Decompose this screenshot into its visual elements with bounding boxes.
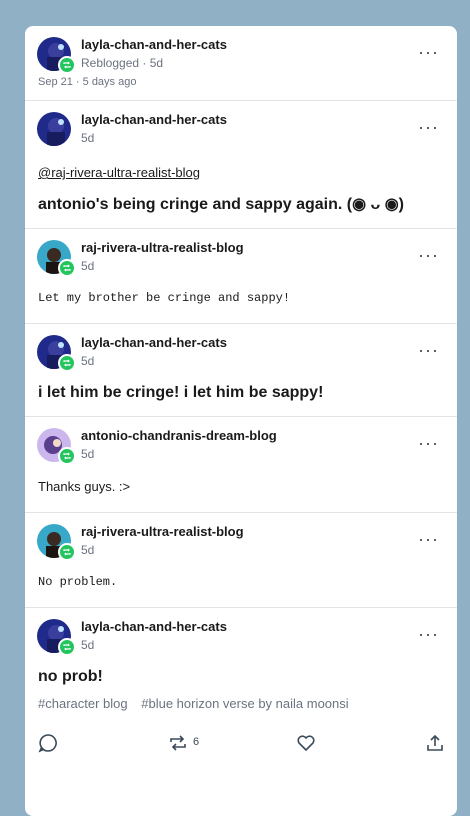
more-options-icon[interactable]: ··· xyxy=(418,118,439,136)
more-options-icon[interactable]: ··· xyxy=(418,246,439,264)
username[interactable]: layla-chan-and-her-cats xyxy=(81,37,227,52)
timestamp: 5d xyxy=(81,354,95,368)
reblog-entry: layla-chan-and-her-cats 5d ··· i let him… xyxy=(25,324,457,417)
timestamp: 5d xyxy=(81,131,95,145)
more-options-icon[interactable]: ··· xyxy=(418,341,439,359)
reblog-badge-icon xyxy=(58,447,76,465)
avatar[interactable] xyxy=(37,112,71,146)
username[interactable]: raj-rivera-ultra-realist-blog xyxy=(81,524,244,539)
username[interactable]: antonio-chandranis-dream-blog xyxy=(81,428,277,443)
share-icon[interactable] xyxy=(425,733,445,758)
more-options-icon[interactable]: ··· xyxy=(418,530,439,548)
post-card: layla-chan-and-her-cats Reblogged · 5d ·… xyxy=(25,26,457,816)
reblog-badge-icon xyxy=(58,543,76,561)
username[interactable]: layla-chan-and-her-cats xyxy=(81,619,227,634)
reblog-icon[interactable] xyxy=(168,733,188,758)
post-text: Thanks guys. :> xyxy=(38,479,131,494)
timestamp: 5d xyxy=(81,447,95,461)
reblog-count: 6 xyxy=(193,736,200,748)
reblog-entry: antonio-chandranis-dream-blog 5d ··· Tha… xyxy=(25,417,457,513)
reblog-badge-icon xyxy=(58,354,76,372)
reblog-entry: raj-rivera-ultra-realist-blog 5d ··· No … xyxy=(25,513,457,608)
reblog-entry: layla-chan-and-her-cats 5d ··· no prob! … xyxy=(25,608,457,765)
timestamp: 5d xyxy=(81,259,95,273)
more-options-icon[interactable]: ··· xyxy=(418,43,439,61)
post-footer: 6 xyxy=(25,719,457,765)
reblog-status: Reblogged · 5d xyxy=(81,56,164,70)
post-text: No problem. xyxy=(38,575,118,589)
reblog-badge-icon xyxy=(58,259,76,277)
comment-icon[interactable] xyxy=(38,733,58,758)
post-text: i let him be cringe! i let him be sappy! xyxy=(38,384,324,401)
username[interactable]: layla-chan-and-her-cats xyxy=(81,335,227,350)
reblog-badge-icon xyxy=(58,56,76,74)
post-text: no prob! xyxy=(38,668,103,685)
timestamp: 5d xyxy=(81,543,95,557)
timestamp: 5d xyxy=(81,638,95,652)
more-options-icon[interactable]: ··· xyxy=(418,625,439,643)
tag[interactable]: #blue horizon verse by naila moonsi xyxy=(141,696,348,711)
post-text: Let my brother be cringe and sappy! xyxy=(38,291,291,305)
tag-list: #character blog #blue horizon verse by n… xyxy=(25,696,457,711)
reblog-entry: raj-rivera-ultra-realist-blog 5d ··· Let… xyxy=(25,229,457,324)
post-text: antonio's being cringe and sappy again. … xyxy=(38,196,404,213)
tag[interactable]: #character blog xyxy=(38,696,128,711)
reblog-entry: layla-chan-and-her-cats 5d ··· @raj-rive… xyxy=(25,101,457,229)
username[interactable]: layla-chan-and-her-cats xyxy=(81,112,227,127)
reblog-badge-icon xyxy=(58,638,76,656)
username[interactable]: raj-rivera-ultra-realist-blog xyxy=(81,240,244,255)
root-header: layla-chan-and-her-cats Reblogged · 5d ·… xyxy=(25,26,457,101)
like-heart-icon[interactable] xyxy=(296,733,316,758)
mention-link[interactable]: @raj-rivera-ultra-realist-blog xyxy=(38,165,444,180)
more-options-icon[interactable]: ··· xyxy=(418,434,439,452)
